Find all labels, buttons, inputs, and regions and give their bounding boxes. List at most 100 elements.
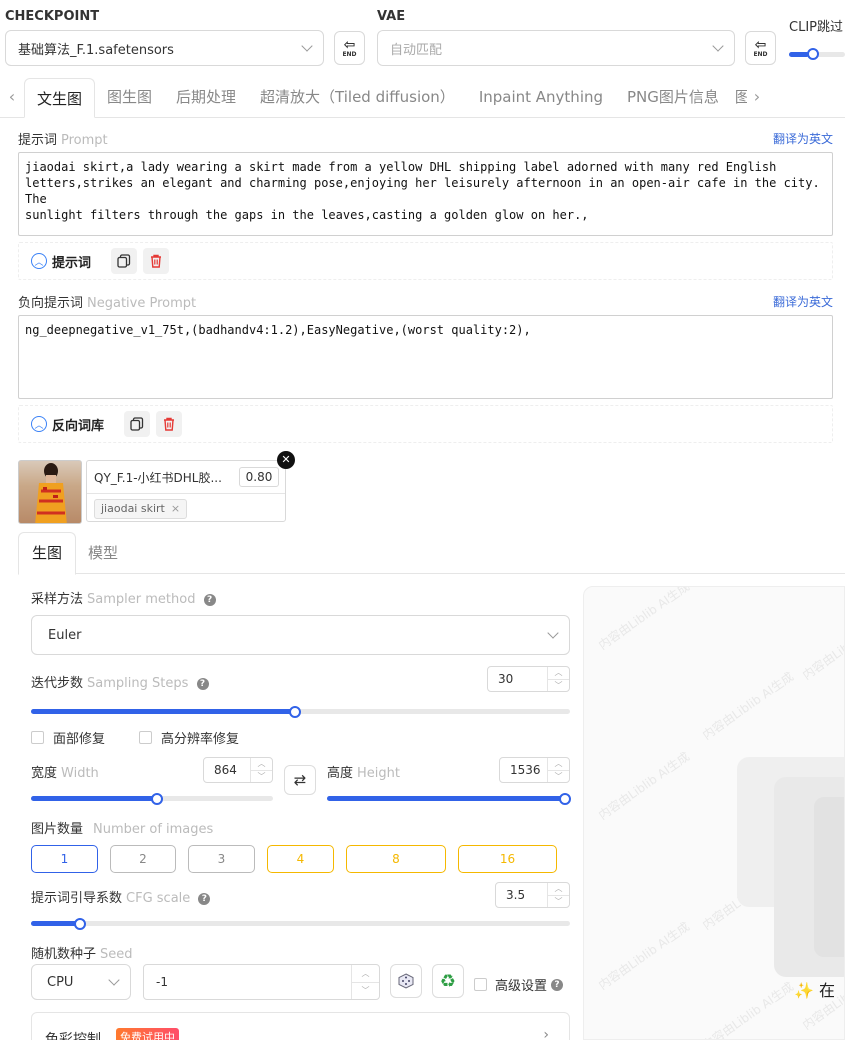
cfg-slider-thumb[interactable] (74, 918, 86, 930)
chevron-right-icon[interactable]: › (747, 77, 767, 117)
lora-card: QY_F.1-小红书DHL胶... 0.80 jiaodai skirt × (86, 460, 286, 522)
hires-fix-option[interactable]: 高分辨率修复 (139, 728, 239, 747)
images-option-4[interactable]: 4 (267, 845, 334, 873)
cfg-slider[interactable] (31, 918, 570, 930)
chevron-down-icon (547, 627, 559, 639)
clip-label: CLIP跳过 (789, 20, 843, 35)
delete-button[interactable] (156, 411, 183, 437)
prompt-library-label[interactable]: 提示词 (52, 252, 91, 271)
prompt-translate-link[interactable]: 翻译为英文 (773, 130, 833, 147)
chevron-up-icon[interactable]: ︿ (548, 883, 569, 895)
clip-slider-thumb[interactable] (807, 48, 819, 60)
copy-button[interactable] (124, 411, 151, 437)
cfg-label: 提示词引导系数 CFG scale ? (31, 887, 211, 906)
hires-fix-checkbox[interactable] (139, 731, 152, 744)
seed-label: 随机数种子 Seed (31, 947, 133, 962)
random-seed-button[interactable] (390, 964, 422, 998)
chevron-down-icon[interactable]: ﹀ (352, 981, 379, 1000)
steps-slider[interactable] (31, 706, 570, 718)
lora-trigger-tag[interactable]: jiaodai skirt × (94, 499, 188, 519)
checkpoint-select[interactable]: 基础算法_F.1.safetensors (5, 30, 324, 66)
remove-lora-button[interactable]: ✕ (277, 451, 295, 469)
preview-status: ✨ 在 (794, 981, 836, 1000)
tab-more[interactable]: 图 (731, 77, 747, 117)
negative-translate-link[interactable]: 翻译为英文 (773, 293, 833, 310)
trash-icon (151, 254, 162, 268)
chevron-down-icon[interactable]: ﹀ (548, 678, 569, 692)
copy-button[interactable] (111, 248, 138, 274)
chevron-down-icon (108, 974, 120, 986)
chevron-down-icon[interactable]: ﹀ (548, 769, 569, 783)
vae-select[interactable]: 自动匹配 (377, 30, 735, 66)
face-fix-checkbox[interactable] (31, 731, 44, 744)
tab-inpaint-anything[interactable]: Inpaint Anything (467, 77, 615, 117)
sampler-select[interactable]: Euler (31, 615, 570, 655)
cfg-input[interactable]: 3.5 ︿ ﹀ (495, 882, 570, 908)
images-option-3[interactable]: 3 (188, 845, 255, 873)
sparkle-icon: ✨ (794, 981, 814, 1000)
advanced-settings-checkbox[interactable] (474, 978, 487, 991)
images-option-16[interactable]: 16 (458, 845, 557, 873)
steps-slider-fill (31, 709, 295, 714)
lora-name: QY_F.1-小红书DHL胶... (94, 471, 222, 485)
face-fix-option[interactable]: 面部修复 (31, 728, 105, 747)
prompt-label: 提示词 Prompt (18, 133, 108, 148)
chevron-left-icon[interactable]: ‹ (0, 77, 24, 117)
tab-tiled-diffusion[interactable]: 超清放大（Tiled diffusion） (248, 77, 467, 117)
reuse-seed-button[interactable]: ♻ (432, 964, 464, 998)
chevron-up-icon[interactable]: ︿ (251, 758, 272, 770)
seed-input[interactable]: -1 ︿ ﹀ (143, 964, 380, 1000)
seed-device-value: CPU (47, 974, 74, 990)
cfg-slider-fill (31, 921, 80, 926)
free-trial-badge: 免费试用中 (116, 1028, 179, 1040)
lora-thumbnail[interactable] (18, 460, 82, 524)
steps-input[interactable]: 30 ︿ ﹀ (487, 666, 570, 692)
color-control-panel[interactable]: 色彩控制 免费试用中 › (31, 1012, 570, 1040)
cfg-slider-track[interactable] (31, 921, 570, 926)
tab-txt2img[interactable]: 文生图 (24, 78, 96, 118)
chevron-up-icon[interactable]: ︿ (548, 758, 569, 770)
chevron-down-icon[interactable]: ﹀ (251, 769, 272, 783)
height-slider-track[interactable] (327, 796, 570, 801)
swap-dimensions-button[interactable]: ⇄ (284, 765, 316, 795)
lora-trigger-text: jiaodai skirt (101, 502, 165, 515)
negative-library-label[interactable]: 反向词库 (52, 415, 104, 434)
chevron-down-icon[interactable]: ﹀ (548, 894, 569, 908)
negative-prompt-textarea[interactable]: ng_deepnegative_v1_75t,(badhandv4:1.2),E… (18, 315, 833, 399)
width-slider-fill (31, 796, 157, 801)
tab-model[interactable]: 模型 (88, 532, 118, 574)
checkpoint-end-button[interactable]: ⇦ END (334, 31, 365, 65)
chevron-up-icon[interactable]: ︿ (352, 965, 379, 982)
height-input[interactable]: 1536 ︿ ﹀ (499, 757, 570, 783)
height-slider[interactable] (327, 793, 571, 805)
chevron-up-icon[interactable]: ︿ (548, 667, 569, 679)
images-option-8[interactable]: 8 (346, 845, 446, 873)
prompt-textarea[interactable]: jiaodai skirt,a lady wearing a skirt mad… (18, 152, 833, 236)
vae-end-button[interactable]: ⇦ END (745, 31, 776, 65)
advanced-settings-label: 高级设置 (495, 979, 548, 994)
images-option-1[interactable]: 1 (31, 845, 98, 873)
delete-button[interactable] (143, 248, 170, 274)
help-icon: ? (203, 593, 216, 606)
tab-postprocess[interactable]: 后期处理 (164, 77, 248, 117)
hires-fix-label: 高分辨率修复 (161, 732, 240, 747)
tab-img2img[interactable]: 图生图 (95, 77, 164, 117)
chevron-up-circle-icon[interactable]: ︿ (31, 416, 47, 432)
close-icon[interactable]: × (171, 502, 180, 515)
lora-weight-input[interactable]: 0.80 (239, 467, 279, 487)
chevron-up-circle-icon[interactable]: ︿ (31, 253, 47, 269)
width-input[interactable]: 864 ︿ ﹀ (203, 757, 273, 783)
height-slider-thumb[interactable] (559, 793, 571, 805)
tab-png-info[interactable]: PNG图片信息 (615, 77, 731, 117)
arrow-left-icon: ⇦ (343, 36, 356, 53)
advanced-settings-option[interactable]: 高级设置 ? (474, 975, 564, 994)
tab-generate[interactable]: 生图 (18, 532, 76, 575)
steps-slider-thumb[interactable] (289, 706, 301, 718)
height-slider-fill (327, 796, 570, 801)
images-option-2[interactable]: 2 (110, 845, 176, 873)
width-slider[interactable] (31, 793, 273, 805)
width-slider-thumb[interactable] (151, 793, 163, 805)
help-icon: ? (198, 892, 211, 905)
chevron-right-icon: › (543, 1027, 549, 1040)
seed-device-select[interactable]: CPU (31, 964, 131, 1000)
